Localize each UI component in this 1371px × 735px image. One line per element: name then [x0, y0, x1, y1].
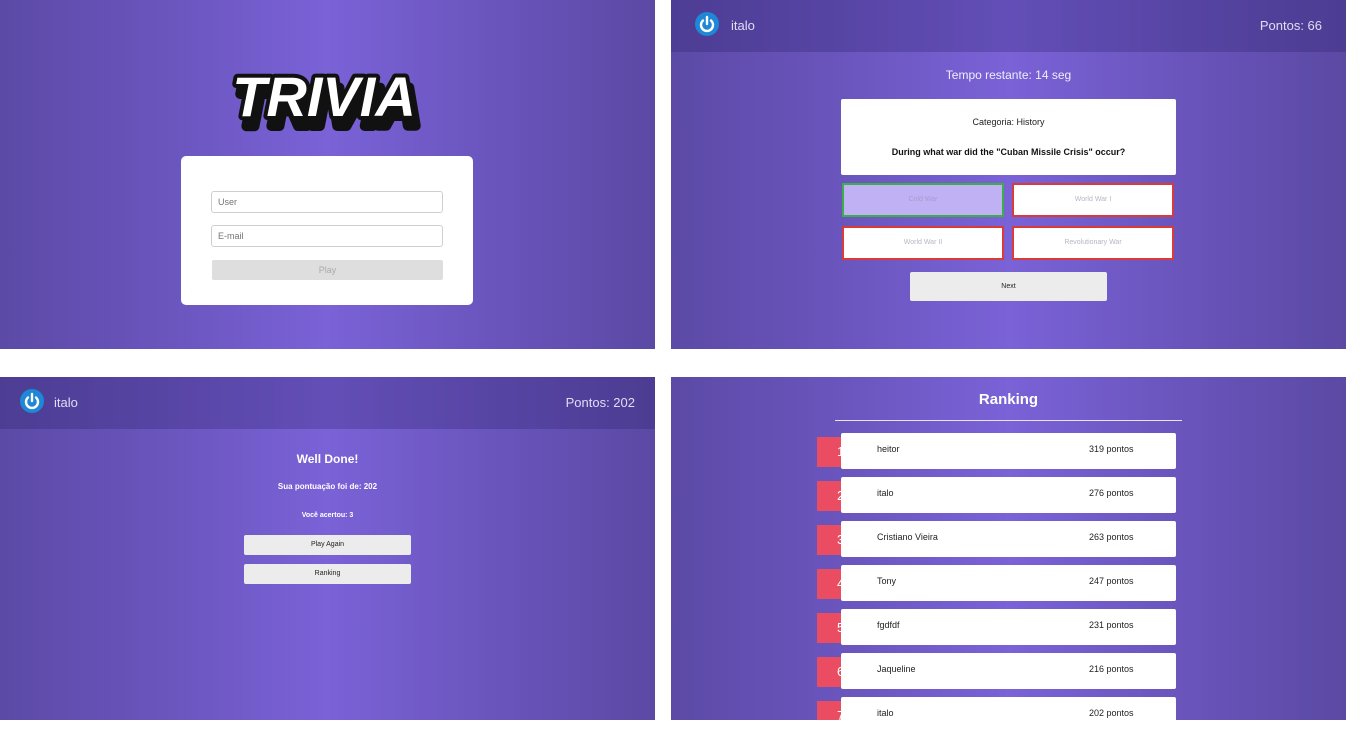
ranking-row: italo 202 pontos [841, 697, 1176, 720]
answer-button[interactable]: World War I [1012, 183, 1174, 217]
ranking-name: heitor [877, 444, 900, 454]
ranking-row: Cristiano Vieira 263 pontos [841, 521, 1176, 557]
user-input[interactable] [211, 191, 443, 213]
answer-button[interactable]: Cold War [842, 183, 1004, 217]
game-screen: italo Pontos: 66 Tempo restante: 14 seg … [671, 0, 1346, 349]
answer-button[interactable]: Revolutionary War [1012, 226, 1174, 260]
timer: Tempo restante: 14 seg [945, 68, 1072, 82]
play-button[interactable]: Play [212, 260, 443, 280]
trivia-logo: TRIVIA TRIVIA TRIVIA [228, 62, 425, 142]
ranking-screen: Ranking 1 heitor 319 pontos 2 italo 276 … [671, 377, 1346, 720]
ranking-row: italo 276 pontos [841, 477, 1176, 513]
player-name: italo [731, 18, 755, 33]
game-header: italo Pontos: 66 [671, 0, 1346, 52]
feedback-header: italo Pontos: 202 [0, 377, 655, 429]
power-icon [20, 389, 44, 413]
feedback-screen: italo Pontos: 202 Well Done! Sua pontuaç… [0, 377, 655, 720]
svg-text:TRIVIA: TRIVIA [232, 65, 416, 128]
feedback-score: Sua pontuação foi de: 202 [277, 482, 378, 491]
ranking-points: 216 pontos [1089, 664, 1134, 674]
question-card: Categoria: History During what war did t… [841, 99, 1176, 175]
ranking-row: Tony 247 pontos [841, 565, 1176, 601]
ranking-row: fgdfdf 231 pontos [841, 609, 1176, 645]
ranking-name: Jaqueline [877, 664, 916, 674]
question-text: During what war did the "Cuban Missile C… [891, 147, 1126, 157]
login-card: Play [181, 156, 473, 305]
ranking-points: 319 pontos [1089, 444, 1134, 454]
power-icon [695, 12, 719, 36]
ranking-title: Ranking [978, 391, 1039, 408]
player-score: Pontos: 66 [1259, 18, 1322, 33]
feedback-hits: Você acertou: 3 [301, 512, 354, 519]
ranking-name: Tony [877, 576, 897, 586]
ranking-points: 263 pontos [1089, 532, 1134, 542]
player-name: italo [54, 395, 78, 410]
divider [835, 420, 1182, 421]
ranking-name: Cristiano Vieira [877, 532, 938, 542]
ranking-points: 231 pontos [1089, 620, 1134, 630]
next-button[interactable]: Next [910, 272, 1107, 301]
ranking-row: heitor 319 pontos [841, 433, 1176, 469]
ranking-name: italo [877, 708, 894, 718]
answer-button[interactable]: World War II [842, 226, 1004, 260]
ranking-points: 276 pontos [1089, 488, 1134, 498]
question-category: Categoria: History [972, 117, 1045, 127]
play-again-button[interactable]: Play Again [244, 535, 411, 555]
ranking-row: Jaqueline 216 pontos [841, 653, 1176, 689]
ranking-button[interactable]: Ranking [244, 564, 411, 584]
ranking-name: italo [877, 488, 894, 498]
login-screen: TRIVIA TRIVIA TRIVIA Play [0, 0, 655, 349]
email-input[interactable] [211, 225, 443, 247]
player-score: Pontos: 202 [565, 395, 635, 410]
ranking-points: 202 pontos [1089, 708, 1134, 718]
ranking-name: fgdfdf [877, 620, 900, 630]
feedback-title: Well Done! [296, 452, 359, 466]
ranking-points: 247 pontos [1089, 576, 1134, 586]
